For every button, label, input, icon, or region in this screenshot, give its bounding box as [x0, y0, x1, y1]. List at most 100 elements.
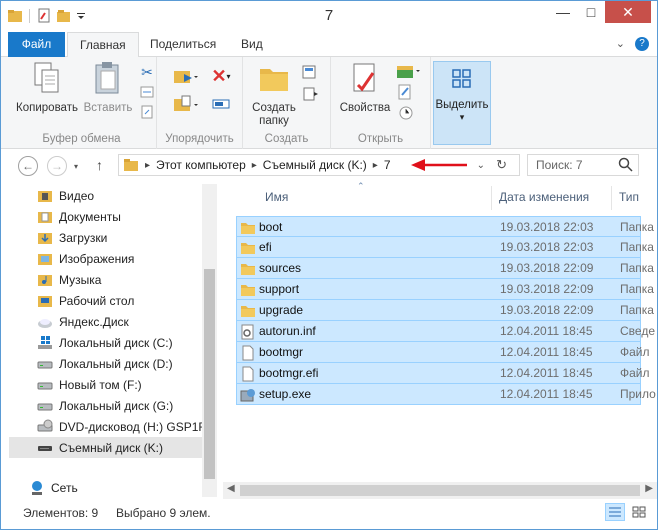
file-date: 12.04.2011 18:45 — [500, 345, 593, 359]
nav-item[interactable]: Музыка — [9, 269, 203, 290]
table-row[interactable]: upgrade 19.03.2018 22:09 Папка — [236, 300, 654, 321]
folder-music-icon — [37, 272, 53, 291]
nav-item[interactable]: Загрузки — [9, 227, 203, 248]
table-row[interactable]: support 19.03.2018 22:09 Папка — [236, 279, 654, 300]
file-icon — [240, 366, 256, 385]
table-row[interactable]: efi 19.03.2018 22:03 Папка — [236, 237, 654, 258]
dvd-drive-icon — [37, 419, 53, 438]
copy-to-button[interactable] — [171, 95, 199, 113]
history-button[interactable] — [395, 103, 415, 121]
organize-group-label: Упорядочить — [165, 133, 234, 145]
close-button[interactable]: ✕ — [605, 1, 651, 23]
new-group: Создать папку Создать — [243, 57, 331, 149]
nav-scrollbar-thumb[interactable] — [204, 269, 215, 479]
new-folder-icon — [260, 69, 288, 91]
select-label: Выделить — [435, 99, 489, 111]
forward-button[interactable]: → — [47, 156, 67, 176]
file-date: 19.03.2018 22:03 — [500, 220, 594, 234]
breadcrumb-separator-icon[interactable]: ▸ — [252, 160, 257, 171]
horizontal-scrollbar-thumb[interactable] — [240, 485, 640, 496]
select-group[interactable]: Выделить ▾ — [433, 61, 491, 145]
scroll-left-icon[interactable]: ◀ — [227, 483, 235, 494]
help-icon[interactable]: ? — [635, 37, 649, 51]
move-to-button[interactable] — [171, 67, 199, 85]
open-icon — [397, 66, 420, 78]
easy-access-button[interactable] — [301, 85, 321, 103]
column-header-type[interactable]: Тип — [619, 184, 639, 211]
column-header-name[interactable]: Имя — [265, 184, 288, 211]
recent-locations-icon[interactable]: ▾ — [74, 162, 78, 171]
maximize-button[interactable]: □ — [577, 1, 605, 23]
drive-icon — [37, 377, 53, 396]
open-button[interactable] — [395, 63, 423, 81]
nav-scrollbar[interactable] — [202, 184, 217, 497]
nav-item[interactable]: Рабочий стол — [9, 290, 203, 311]
yandex-disk-icon — [37, 314, 53, 333]
breadcrumb-removable-drive[interactable]: Съемный диск (K:) — [263, 158, 367, 172]
annotation-arrow-icon — [411, 159, 467, 171]
nav-item[interactable]: Локальный диск (C:) — [9, 332, 203, 353]
sort-up-icon: ⌃ — [357, 181, 365, 191]
new-folder-button[interactable]: Создать папку — [249, 61, 299, 128]
up-button[interactable]: ↑ — [96, 157, 103, 173]
file-type: Файл — [620, 366, 650, 380]
nav-item-label: DVD-дисковод (H:) GSP1RI — [59, 419, 211, 434]
nav-item[interactable]: Локальный диск (G:) — [9, 395, 203, 416]
refresh-icon[interactable]: ↻ — [496, 157, 507, 173]
table-row[interactable]: boot 19.03.2018 22:03 Папка — [236, 216, 654, 237]
table-row[interactable]: setup.exe 12.04.2011 18:45 Прило — [236, 384, 656, 405]
scroll-right-icon[interactable]: ▶ — [645, 483, 653, 494]
ribbon-controls: ⌄ ? — [616, 37, 649, 51]
properties-icon — [353, 63, 375, 92]
nav-item[interactable]: Локальный диск (D:) — [9, 353, 203, 374]
address-dropdown-icon[interactable]: ⌄ — [477, 160, 485, 171]
tab-view[interactable]: Вид — [229, 32, 275, 57]
table-row[interactable]: autorun.inf 12.04.2011 18:45 Сведе — [236, 321, 655, 342]
copy-path-button[interactable] — [137, 83, 157, 101]
paste-shortcut-button[interactable] — [137, 103, 157, 121]
cut-button[interactable]: ✂ — [137, 63, 157, 81]
breadcrumb-current-folder[interactable]: 7 — [384, 158, 391, 172]
new-item-button[interactable] — [301, 63, 321, 81]
nav-item[interactable]: Съемный диск (K:) — [9, 437, 203, 458]
column-header-date[interactable]: Дата изменения — [499, 184, 589, 211]
properties-button[interactable]: Свойства — [337, 61, 393, 115]
copy-button[interactable]: Копировать — [13, 61, 81, 115]
tab-share[interactable]: Поделиться — [138, 32, 228, 57]
nav-item[interactable]: Яндекс.Диск — [9, 311, 203, 332]
table-row[interactable]: bootmgr 12.04.2011 18:45 Файл — [236, 342, 650, 363]
ribbon-expand-icon[interactable]: ⌄ — [616, 37, 625, 51]
file-date: 19.03.2018 22:03 — [500, 240, 594, 254]
minimize-button[interactable]: — — [549, 1, 577, 23]
details-view-button[interactable] — [605, 503, 625, 521]
tab-file[interactable]: Файл — [8, 32, 65, 57]
file-name: setup.exe — [259, 387, 312, 401]
breadcrumb-this-pc[interactable]: Этот компьютер — [156, 158, 246, 172]
file-name: boot — [259, 220, 283, 234]
breadcrumb-separator-icon[interactable]: ▸ — [145, 160, 150, 171]
horizontal-scrollbar[interactable]: ◀ ▶ — [223, 482, 657, 499]
file-type: Прило — [620, 387, 656, 401]
chevron-down-icon: ▾ — [459, 112, 465, 122]
nav-item[interactable]: Новый том (F:) — [9, 374, 203, 395]
nav-item[interactable]: Документы — [9, 206, 203, 227]
nav-item[interactable]: DVD-дисковод (H:) GSP1RI — [9, 416, 210, 438]
large-icons-view-icon — [632, 506, 646, 518]
nav-item[interactable]: Видео — [9, 185, 203, 206]
back-button[interactable]: ← — [18, 156, 38, 176]
breadcrumb-separator-icon[interactable]: ▸ — [373, 160, 378, 171]
delete-button[interactable]: ✕ ▾ — [207, 66, 235, 86]
table-row[interactable]: bootmgr.efi 12.04.2011 18:45 Файл — [236, 363, 650, 385]
table-row[interactable]: sources 19.03.2018 22:09 Папка — [236, 258, 654, 279]
nav-item[interactable]: Изображения — [9, 248, 203, 269]
large-icons-view-button[interactable] — [629, 503, 649, 521]
nav-item-label: Локальный диск (C:) — [59, 335, 173, 350]
paste-button[interactable]: Вставить — [83, 61, 133, 115]
search-input[interactable]: Поиск: 7 — [527, 154, 639, 176]
tab-home[interactable]: Главная — [67, 32, 139, 58]
nav-item[interactable]: Сеть — [9, 477, 203, 497]
copy-path-icon — [140, 86, 154, 98]
rename-button[interactable] — [207, 95, 235, 113]
arrow-up-icon: ↑ — [96, 157, 103, 173]
edit-button[interactable] — [395, 83, 415, 101]
